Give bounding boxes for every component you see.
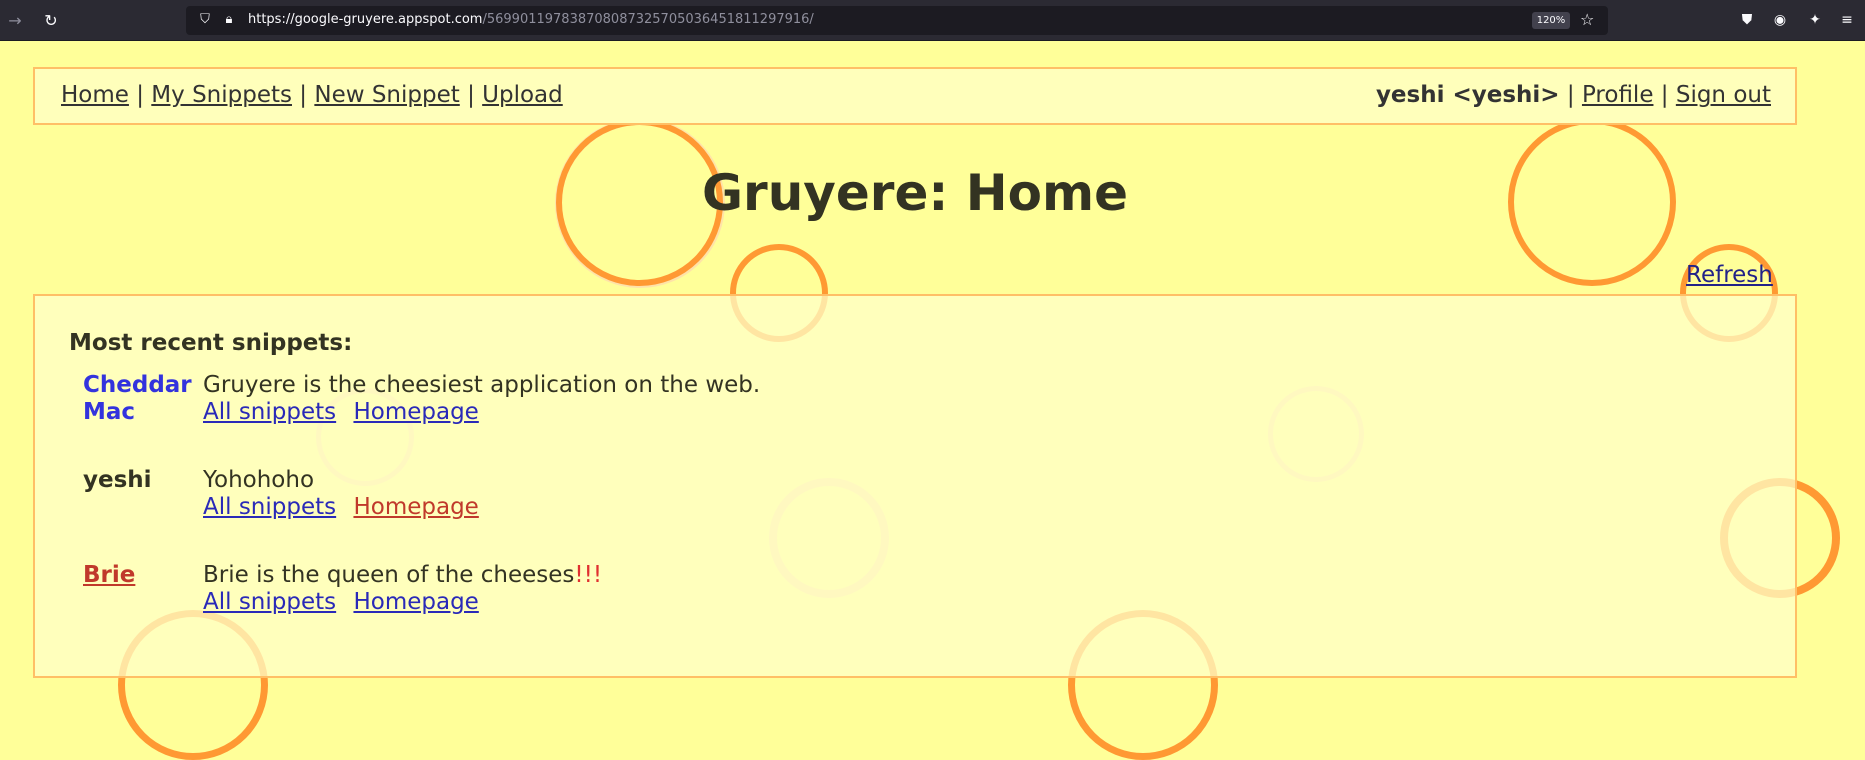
snippet-text-main: Brie is the queen of the cheeses bbox=[203, 562, 575, 588]
refresh-link[interactable]: Refresh bbox=[1686, 262, 1773, 288]
nav-separator: | bbox=[1660, 82, 1669, 108]
snippet-text: Gruyere is the cheesiest application on … bbox=[203, 372, 761, 398]
bookmark-star-icon[interactable]: ☆ bbox=[1580, 10, 1594, 29]
url-text[interactable]: https://google-gruyere.appspot.com/56990… bbox=[248, 12, 814, 27]
snippet-body: Yohohoho All snippets Homepage bbox=[203, 467, 489, 521]
nav-separator: | bbox=[136, 82, 144, 108]
homepage-link[interactable]: Homepage bbox=[353, 589, 478, 615]
page-title: Gruyere: Home bbox=[702, 164, 1128, 222]
snippet-text: Brie is the queen of the cheeses!!! bbox=[203, 562, 602, 589]
nav-my-snippets-link[interactable]: My Snippets bbox=[151, 82, 292, 108]
menu-bar: Home | My Snippets | New Snippet | Uploa… bbox=[33, 67, 1797, 125]
snippet-row: Brie Brie is the queen of the cheeses!!!… bbox=[83, 562, 1483, 622]
snippet-row: Cheddar Mac Gruyere is the cheesiest app… bbox=[83, 372, 1483, 452]
homepage-link[interactable]: Homepage bbox=[353, 494, 478, 520]
url-bar[interactable]: ⛉ 🔒︎ https://google-gruyere.appspot.com/… bbox=[186, 6, 1608, 35]
author-name-line: Mac bbox=[83, 399, 136, 425]
snippet-author: yeshi bbox=[83, 467, 152, 493]
snippets-panel: Most recent snippets: Cheddar Mac Gruyer… bbox=[33, 294, 1797, 678]
snippet-links: All snippets Homepage bbox=[203, 589, 602, 616]
nav-separator: | bbox=[1566, 82, 1575, 108]
nav-home-link[interactable]: Home bbox=[61, 82, 129, 108]
snippet-body: Gruyere is the cheesiest application on … bbox=[203, 372, 760, 426]
nav-profile-link[interactable]: Profile bbox=[1582, 82, 1654, 108]
snippet-links: All snippets Homepage bbox=[203, 399, 760, 426]
homepage-link[interactable]: Homepage bbox=[353, 399, 478, 425]
current-user: yeshi <yeshi> bbox=[1375, 82, 1560, 108]
snippet-text: Yohohoho bbox=[203, 467, 315, 493]
snippet-row: yeshi Yohohoho All snippets Homepage bbox=[83, 467, 1483, 527]
author-name-line: Cheddar bbox=[83, 372, 192, 398]
menu-icon[interactable]: ≡ bbox=[1838, 11, 1856, 29]
snippet-author: Cheddar Mac bbox=[83, 372, 203, 426]
snippet-body: Brie is the queen of the cheeses!!! All … bbox=[203, 562, 602, 616]
back-arrow-icon[interactable]: → bbox=[2, 8, 28, 34]
account-icon[interactable]: ◉ bbox=[1771, 11, 1789, 29]
all-snippets-link[interactable]: All snippets bbox=[203, 399, 336, 425]
nav-sign-out-link[interactable]: Sign out bbox=[1676, 82, 1771, 108]
all-snippets-link[interactable]: All snippets bbox=[203, 589, 336, 615]
snippet-links: All snippets Homepage bbox=[203, 494, 489, 521]
nav-separator: | bbox=[467, 82, 475, 108]
reload-icon[interactable]: ↻ bbox=[38, 8, 64, 34]
pocket-icon[interactable]: ⛊ bbox=[1738, 11, 1756, 29]
lock-icon[interactable]: 🔒︎ bbox=[220, 11, 238, 29]
browser-toolbar: → ↻ ⛉ 🔒︎ https://google-gruyere.appspot.… bbox=[0, 0, 1865, 41]
nav-new-snippet-link[interactable]: New Snippet bbox=[314, 82, 459, 108]
nav-separator: | bbox=[299, 82, 308, 108]
nav-upload-link[interactable]: Upload bbox=[482, 82, 563, 108]
section-title: Most recent snippets: bbox=[69, 330, 353, 356]
zoom-indicator[interactable]: 120% bbox=[1532, 12, 1570, 29]
snippet-author-link[interactable]: Brie bbox=[83, 562, 203, 589]
extensions-icon[interactable]: ✦ bbox=[1806, 11, 1824, 29]
all-snippets-link[interactable]: All snippets bbox=[203, 494, 336, 520]
shield-icon[interactable]: ⛉ bbox=[196, 11, 214, 29]
snippet-text-emphasis: !!! bbox=[574, 562, 603, 588]
